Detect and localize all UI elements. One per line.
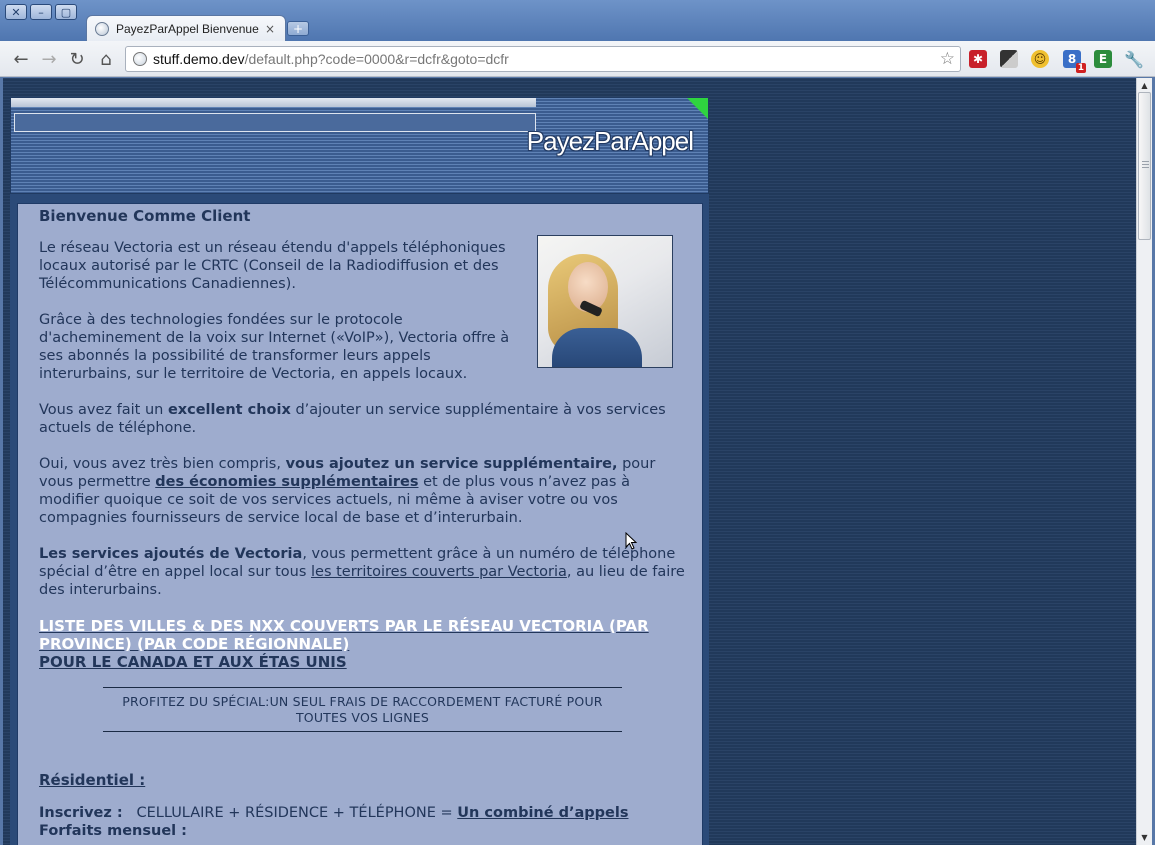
minimize-window-button[interactable]: –: [30, 4, 52, 20]
savings-paragraph: Oui, vous avez très bien compris, vous a…: [39, 456, 656, 526]
content-panel: Bienvenue Comme Client Le réseau Vectori…: [10, 194, 709, 845]
page-info-icon[interactable]: [133, 52, 147, 66]
maximize-window-button[interactable]: ▢: [55, 4, 77, 20]
mouse-cursor-icon: [625, 532, 638, 550]
forfaits-label: Forfaits mensuel :: [39, 823, 187, 839]
reload-button[interactable]: ↻: [65, 47, 89, 71]
canada-usa-link[interactable]: POUR LE CANADA ET AUX ÉTAS UNIS: [39, 653, 689, 671]
banner-input-bar[interactable]: [14, 113, 536, 132]
inscription-line: Inscrivez : CELLULAIRE + RÉSIDENCE + TÉL…: [39, 805, 629, 821]
savings-link[interactable]: des économies supplémentaires: [155, 474, 418, 490]
page-title: Bienvenue Comme Client: [39, 207, 251, 225]
scroll-down-icon[interactable]: ▼: [1137, 830, 1152, 845]
territories-link[interactable]: les territoires couverts par Vectoria: [311, 564, 567, 580]
back-button[interactable]: ←: [9, 47, 33, 71]
url-host: stuff.demo.dev: [153, 51, 245, 67]
smiley-icon[interactable]: ☺: [1031, 50, 1049, 68]
tab-title: PayezParAppel Bienvenue: [116, 22, 259, 36]
combine-link[interactable]: Un combiné d’appels: [457, 805, 628, 821]
site-header-banner: PayezParAppel: [10, 97, 709, 194]
services-paragraph: Les services ajoutés de Vectoria, vous p…: [39, 546, 685, 598]
green-corner-icon: [687, 98, 708, 119]
url-path: /default.php?code=0000&r=dcfr&goto=dcfr: [244, 51, 509, 67]
badge-count: 1: [1075, 63, 1086, 73]
forward-button[interactable]: →: [37, 47, 61, 71]
content-box: Bienvenue Comme Client Le réseau Vectori…: [17, 203, 703, 845]
tab-close-icon[interactable]: ×: [265, 22, 275, 36]
choice-paragraph: Vous avez fait un excellent choix d’ajou…: [39, 402, 666, 436]
residentiel-heading[interactable]: Résidentiel :: [39, 771, 689, 789]
url-text[interactable]: stuff.demo.dev/default.php?code=0000&r=d…: [153, 51, 509, 67]
red-asterisk-icon[interactable]: ✱: [969, 50, 987, 68]
home-button[interactable]: ⌂: [94, 47, 118, 71]
site-logo[interactable]: PayezParAppel: [527, 126, 694, 157]
bookmark-star-icon[interactable]: ☆: [940, 49, 955, 69]
wrench-icon[interactable]: 🔧: [1124, 50, 1144, 69]
vertical-scrollbar[interactable]: ▲ ▼: [1136, 78, 1152, 845]
address-bar[interactable]: stuff.demo.dev/default.php?code=0000&r=d…: [125, 46, 961, 72]
window-controls: ✕ – ▢: [5, 4, 77, 20]
globe-icon: [95, 22, 109, 36]
window-titlebar: ✕ – ▢ PayezParAppel Bienvenue × +: [0, 0, 1155, 42]
city-list-link[interactable]: LISTE DES VILLES & DES NXX COUVERTS PAR …: [39, 617, 689, 653]
banner-top-strip: [11, 98, 536, 107]
close-window-button[interactable]: ✕: [5, 4, 27, 20]
page-viewport: PayezParAppel Bienvenue Comme Client Le …: [3, 78, 1137, 845]
special-offer-banner: PROFITEZ DU SPÉCIAL:UN SEUL FRAIS DE RAC…: [103, 687, 622, 732]
evernote-icon[interactable]: E: [1094, 50, 1112, 68]
chequered-icon[interactable]: [1000, 50, 1018, 68]
scroll-up-icon[interactable]: ▲: [1137, 78, 1152, 93]
browser-toolbar: ← → ↻ ⌂ stuff.demo.dev/default.php?code=…: [0, 41, 1155, 77]
scrollbar-thumb[interactable]: [1138, 92, 1151, 240]
notification-badge-icon[interactable]: 81: [1063, 50, 1086, 73]
browser-tab[interactable]: PayezParAppel Bienvenue ×: [86, 15, 286, 42]
new-tab-button[interactable]: +: [287, 21, 309, 36]
coverage-links: LISTE DES VILLES & DES NXX COUVERTS PAR …: [39, 617, 689, 671]
woman-on-phone-image: [537, 235, 673, 368]
